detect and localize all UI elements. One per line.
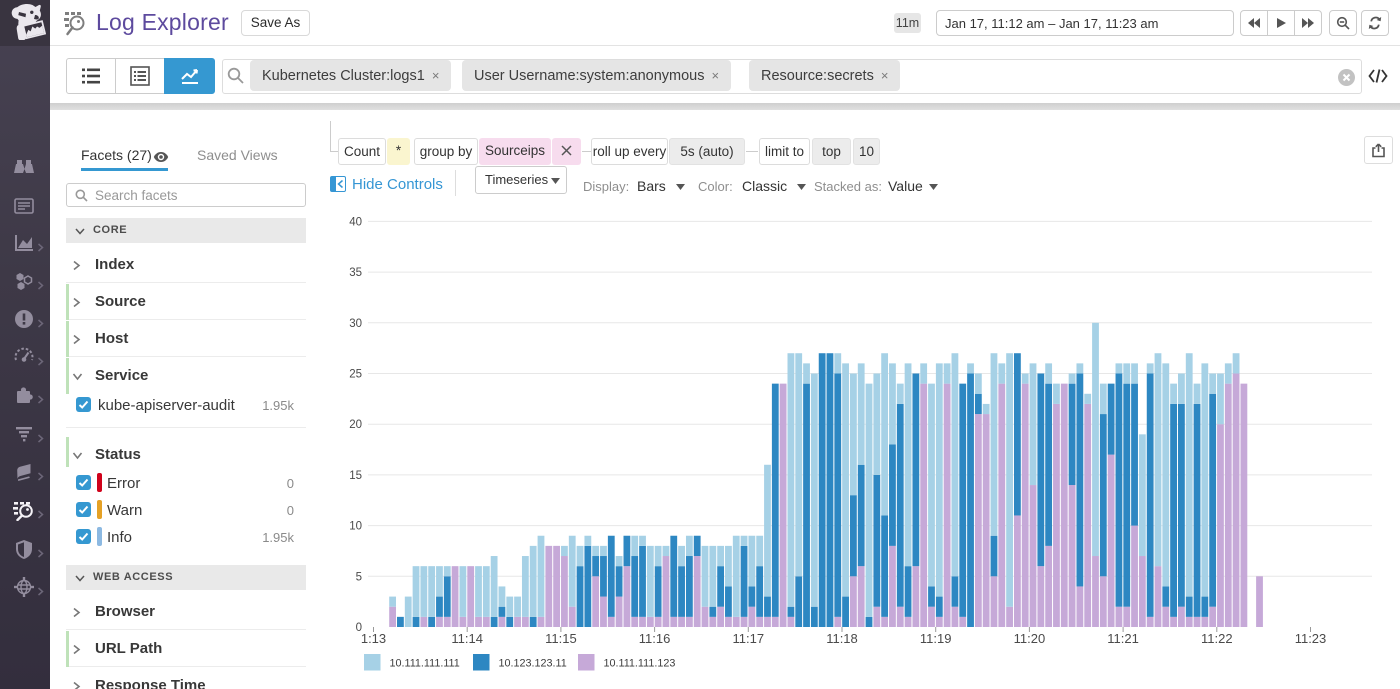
svg-text:11:15: 11:15 <box>545 631 577 646</box>
svg-text:11:22: 11:22 <box>1201 631 1233 646</box>
svg-text:10: 10 <box>349 521 362 533</box>
svg-text:15: 15 <box>349 470 362 482</box>
svg-text:11:20: 11:20 <box>1014 631 1046 646</box>
svg-text:11:16: 11:16 <box>639 631 671 646</box>
svg-text:25: 25 <box>349 369 362 381</box>
svg-text:20: 20 <box>349 419 362 431</box>
svg-text:10.111.111.111: 10.111.111.111 <box>390 658 460 670</box>
svg-text:5: 5 <box>356 571 362 583</box>
svg-text:11:21: 11:21 <box>1107 631 1139 646</box>
svg-text:1:13: 1:13 <box>361 631 386 646</box>
svg-text:11:19: 11:19 <box>920 631 952 646</box>
svg-text:11:23: 11:23 <box>1295 631 1327 646</box>
svg-text:40: 40 <box>349 216 362 228</box>
svg-text:10.111.111.123: 10.111.111.123 <box>604 658 676 670</box>
svg-text:11:14: 11:14 <box>451 631 483 646</box>
svg-text:11:18: 11:18 <box>826 631 858 646</box>
svg-text:11:17: 11:17 <box>733 631 765 646</box>
svg-text:10.123.123.11: 10.123.123.11 <box>499 658 567 670</box>
svg-text:30: 30 <box>349 318 362 330</box>
svg-text:35: 35 <box>349 267 362 279</box>
